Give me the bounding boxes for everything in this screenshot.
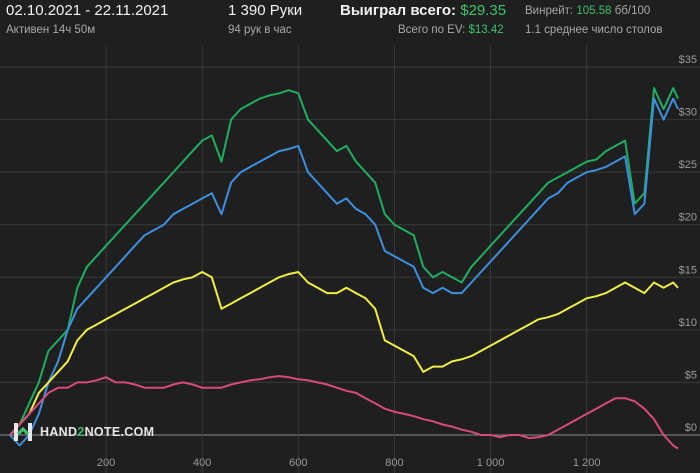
x-tick-label: 200 [97, 457, 115, 469]
y-tick-label: $5 [685, 369, 697, 381]
hand2note-logo-text: HAND2NOTE.COM [40, 425, 155, 439]
series-line-green [9, 87, 679, 436]
y-tick-label: $35 [679, 54, 697, 66]
y-tick-label: $25 [679, 159, 697, 171]
hand2note-logo: HAND2NOTE.COM [12, 421, 154, 443]
series-line-blue [9, 97, 679, 447]
y-tick-label: $10 [679, 317, 697, 329]
y-tick-label: $0 [685, 422, 697, 434]
tick-labels: $0 $5 $10 $15 $20 $25 $30 $35 200 400 600 800 1 000 1… [97, 54, 697, 469]
x-tick-label: 800 [385, 457, 403, 469]
y-tick-label: $20 [679, 212, 697, 224]
x-tick-label: 400 [193, 457, 211, 469]
y-tick-label: $30 [679, 107, 697, 119]
x-tick-label: 1 200 [573, 457, 601, 469]
y-tick-label: $15 [679, 264, 697, 276]
x-tick-label: 600 [289, 457, 307, 469]
series-line-yellow [9, 271, 679, 436]
series-group [9, 87, 679, 450]
hand2note-logo-icon [12, 421, 34, 443]
x-tick-label: 1 000 [477, 457, 505, 469]
stats-chart: $0 $5 $10 $15 $20 $25 $30 $35 200 400 600 800 1 000 1… [0, 46, 700, 473]
